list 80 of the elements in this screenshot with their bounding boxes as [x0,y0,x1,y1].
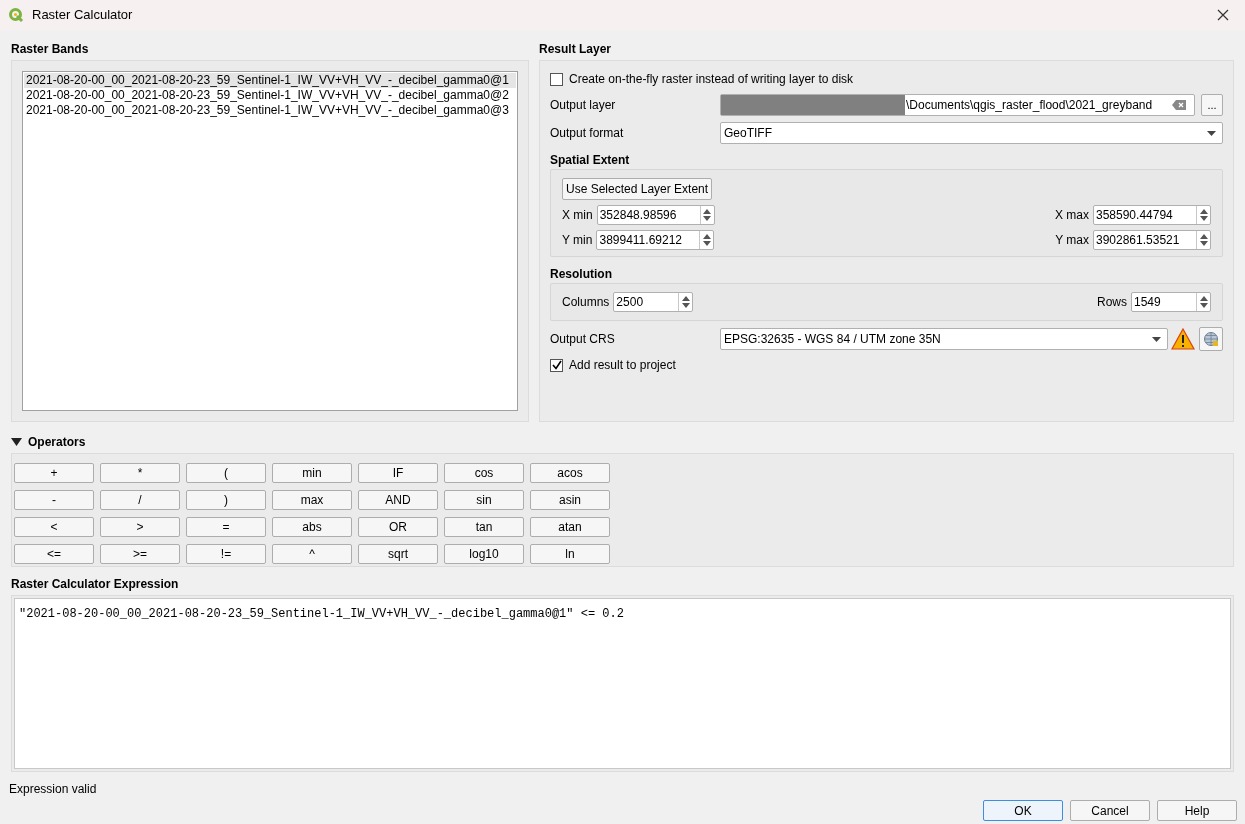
operator-button[interactable]: max [272,490,352,510]
operator-button[interactable]: atan [530,517,610,537]
output-crs-dropdown[interactable]: EPSG:32635 - WGS 84 / UTM zone 35N [720,328,1168,350]
checkbox-label: Add result to project [569,357,676,374]
operator-button[interactable]: < [14,517,94,537]
field-label: Rows [1097,294,1127,311]
operator-button[interactable]: <= [14,544,94,564]
operator-button[interactable]: OR [358,517,438,537]
section-title: Raster Calculator Expression [11,576,180,593]
operator-button[interactable]: log10 [444,544,524,564]
operator-button[interactable]: acos [530,463,610,483]
field-label: Output CRS [550,331,616,348]
operator-button[interactable]: IF [358,463,438,483]
spin-arrows-icon[interactable] [1199,234,1208,246]
operator-button[interactable]: ^ [272,544,352,564]
spin-box[interactable]: 3899411.69212 [596,230,715,250]
operator-button[interactable]: / [100,490,180,510]
operator-button[interactable]: sin [444,490,524,510]
browse-button[interactable]: ... [1201,94,1223,116]
dialog-button[interactable]: Help [1157,800,1237,821]
operator-button[interactable]: abs [272,517,352,537]
operator-button[interactable]: > [100,517,180,537]
dropdown-arrow-icon [1152,336,1161,342]
operator-button[interactable]: = [186,517,266,537]
field-label: Y max [1055,232,1089,249]
operator-button[interactable]: ln [530,544,610,564]
band-list-item[interactable]: 2021-08-20-00_00_2021-08-20-23_59_Sentinel-1_IW_VV+VH_VV_-_decibel_gamma0@1 [24,73,516,88]
close-icon[interactable] [1217,9,1229,21]
section-title: Raster Bands [11,41,90,58]
field-label: X max [1055,207,1089,224]
field-label: X min [562,207,593,224]
field-label: Output format [550,125,625,142]
dialog-button[interactable]: Cancel [1070,800,1150,821]
section-title: Result Layer [539,41,613,58]
operator-button[interactable]: ) [186,490,266,510]
spin-box[interactable]: 358590.44794 [1093,205,1211,225]
spin-box[interactable]: 2500 [613,292,694,312]
operator-button[interactable]: ( [186,463,266,483]
operator-button[interactable]: != [186,544,266,564]
operator-button[interactable]: min [272,463,352,483]
clear-icon[interactable] [1172,100,1186,110]
globe-button[interactable] [1199,327,1223,351]
group-title: Spatial Extent [550,152,631,167]
field-label: Columns [562,294,610,311]
operator-button[interactable]: AND [358,490,438,510]
output-layer-field[interactable]: \Documents\qgis_raster_flood\2021_greyband [720,94,1195,116]
expression-editor[interactable]: "2021-08-20-00_00_2021-08-20-23_59_Sentinel-1_IW_VV+VH_VV_-_decibel_gamma0@1" <= 0.2 [14,598,1231,769]
group-title: Resolution [550,266,613,281]
use-layer-extent-button[interactable]: Use Selected Layer Extent [562,178,713,200]
operator-button[interactable]: * [100,463,180,483]
collapse-arrow-icon[interactable] [11,438,22,446]
operator-button[interactable]: cos [444,463,524,483]
output-format-dropdown[interactable]: GeoTIFF [720,122,1223,144]
operator-button[interactable]: + [14,463,94,483]
warning-icon [1171,328,1195,350]
spin-arrows-icon[interactable] [1199,209,1208,221]
operator-button[interactable]: asin [530,490,610,510]
window-title: Raster Calculator [32,6,133,25]
spin-arrows-icon[interactable] [702,234,711,246]
dialog-button[interactable]: OK [983,800,1063,821]
checkbox[interactable] [550,72,563,86]
spin-arrows-icon[interactable] [703,209,712,221]
checkbox[interactable] [550,358,563,372]
operator-button[interactable]: sqrt [358,544,438,564]
dropdown-arrow-icon [1207,130,1216,136]
checkbox-label: Create on-the-fly raster instead of writing layer to disk [569,71,854,88]
section-title: Operators [28,434,86,451]
spin-box[interactable]: 1549 [1131,292,1211,312]
globe-icon [1203,331,1219,347]
spin-arrows-icon[interactable] [1199,296,1208,308]
operator-button[interactable]: - [14,490,94,510]
app-logo-icon [8,7,24,23]
operator-button[interactable]: >= [100,544,180,564]
spin-box[interactable]: 3902861.53521 [1093,230,1211,250]
spin-arrows-icon[interactable] [681,296,690,308]
spin-box[interactable]: 352848.98596 [596,205,715,225]
field-label: Output layer [550,97,617,114]
operator-button[interactable]: tan [444,517,524,537]
status-text: Expression valid [9,782,97,796]
field-label: Y min [562,232,593,249]
